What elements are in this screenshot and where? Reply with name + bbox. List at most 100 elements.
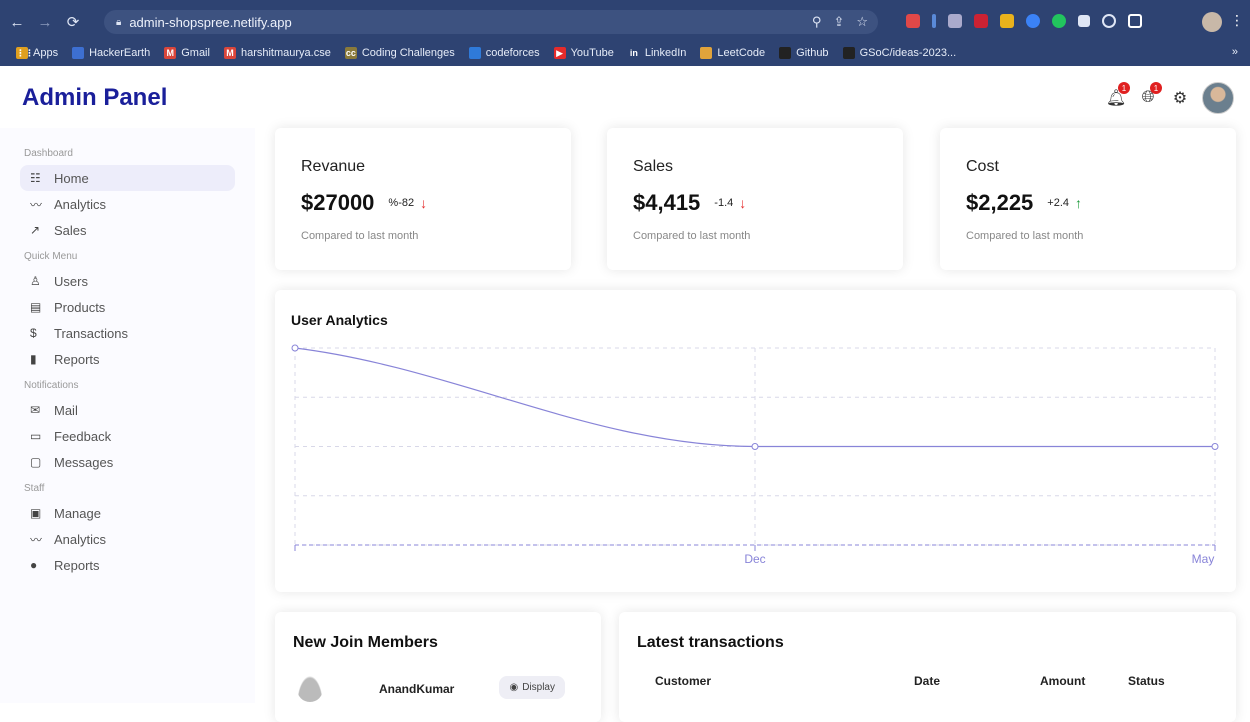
browser-toolbar: ← → ⟳ 🔒︎ admin-shopspree.netlify.app ⚲ ⇪… xyxy=(0,4,1250,40)
sidebar-item-messages[interactable]: ▢ Messages xyxy=(20,449,235,475)
sidebar-section-title: Quick Menu xyxy=(24,251,78,262)
kpi-value-row: $2,225 +2.4 ↑ xyxy=(966,190,1082,216)
kpi-value: $4,415 xyxy=(633,190,701,215)
main-content: Revanue $27000 %-82 ↓ Compared to last month… xyxy=(255,128,1250,722)
star-icon[interactable]: ☆ xyxy=(856,14,868,30)
header-actions: 🔔︎ 1 🌐︎ 1 ⚙ xyxy=(1106,82,1234,114)
puzzle-icon[interactable] xyxy=(1078,15,1090,27)
sidebar-item-label: Reports xyxy=(54,351,100,367)
bookmark-item[interactable]: GSoC/ideas-2023... xyxy=(842,47,956,59)
new-members-title: New Join Members xyxy=(293,634,438,651)
column-header-customer[interactable]: Customer xyxy=(655,674,711,688)
extension-icon[interactable] xyxy=(1000,14,1014,28)
avatar[interactable] xyxy=(1202,82,1234,114)
latest-transactions-card: Latest transactions Customer Date Amount… xyxy=(619,612,1236,722)
extension-icon[interactable] xyxy=(948,14,962,28)
history-icon[interactable] xyxy=(1102,14,1116,28)
bookmark-item[interactable]: in LinkedIn xyxy=(627,47,686,59)
member-name: AnandKumar xyxy=(379,682,455,696)
bookmark-item[interactable]: HackerEarth xyxy=(72,47,150,59)
arrow-up-icon: ↑ xyxy=(1075,195,1083,211)
bookmark-label: Apps xyxy=(33,47,59,59)
bookmark-label: harshitmaurya.cse xyxy=(240,47,331,59)
back-icon[interactable]: ← xyxy=(6,11,28,33)
transactions-title: Latest transactions xyxy=(637,634,784,651)
bookmark-favicon-icon: cc xyxy=(344,47,357,59)
address-bar[interactable]: 🔒︎ admin-shopspree.netlify.app ⚲ ⇪ ☆ xyxy=(104,10,878,34)
kpi-rate: -1.4 xyxy=(714,197,734,209)
sidebar-item-mail[interactable]: ✉ Mail xyxy=(20,397,235,423)
kpi-value-row: $27000 %-82 ↓ xyxy=(301,190,427,216)
sidebar-item-feedback[interactable]: ▭ Feedback xyxy=(20,423,235,449)
column-header-amount[interactable]: Amount xyxy=(1040,674,1085,688)
sidebar-item-label: Analytics xyxy=(54,531,107,547)
extension-icon[interactable] xyxy=(1026,14,1040,28)
sidebar-item-reports[interactable]: ● Reports xyxy=(20,552,235,578)
bookmark-item[interactable]: LeetCode xyxy=(700,47,765,59)
bookmark-favicon-icon: ▶ xyxy=(553,47,566,59)
sidebar-item-users[interactable]: ♙ Users xyxy=(20,268,235,294)
briefcase-icon: ▣ xyxy=(30,506,42,520)
forward-icon[interactable]: → xyxy=(34,11,56,33)
bookmark-label: codeforces xyxy=(485,47,540,59)
display-button[interactable]: ◉ Display xyxy=(499,676,565,699)
zoom-icon[interactable]: ⚲ xyxy=(812,14,822,30)
bookmark-item[interactable]: ▶ YouTube xyxy=(553,47,614,59)
analytics-icon: 〰 xyxy=(30,197,43,212)
share-icon[interactable]: ⇪ xyxy=(833,14,844,30)
sidepanel-icon[interactable] xyxy=(1128,14,1142,28)
sidebar-item-manage[interactable]: ▣ Manage xyxy=(20,500,235,526)
kpi-title: Cost xyxy=(966,158,999,175)
bookmark-label: HackerEarth xyxy=(89,47,151,59)
page-title[interactable]: Admin Panel xyxy=(22,84,167,112)
notification-bell-icon[interactable]: 🔔︎ 1 xyxy=(1106,82,1130,108)
language-badge: 1 xyxy=(1150,82,1162,94)
bookmark-favicon-icon xyxy=(779,47,792,59)
bookmark-item[interactable]: Github xyxy=(779,47,829,59)
bookmark-favicon-icon xyxy=(700,47,713,59)
extension-icon[interactable] xyxy=(1052,14,1066,28)
bookmark-item[interactable]: M Gmail xyxy=(164,47,210,59)
sidebar-item-reports[interactable]: ▮ Reports xyxy=(20,346,235,372)
sidebar: Dashboard ☷ Home 〰 Analytics ↗ Sales Quick Menu… xyxy=(0,128,255,703)
language-globe-icon[interactable]: 🌐︎ 1 xyxy=(1138,82,1162,108)
analytics-icon: 〰 xyxy=(30,532,43,547)
feedback-icon: ▭ xyxy=(30,429,42,443)
sidebar-item-products[interactable]: ▤ Products xyxy=(20,294,235,320)
display-button-label: Display xyxy=(522,682,555,693)
kpi-subtitle: Compared to last month xyxy=(633,230,751,242)
sidebar-item-analytics[interactable]: 〰 Analytics xyxy=(20,191,235,217)
sidebar-item-label: Home xyxy=(54,170,89,186)
kpi-subtitle: Compared to last month xyxy=(301,230,419,242)
bookmark-item[interactable]: codeforces xyxy=(468,47,540,59)
sidebar-item-label: Transactions xyxy=(54,325,128,341)
column-header-date[interactable]: Date xyxy=(914,674,940,688)
sidebar-item-label: Mail xyxy=(54,402,78,418)
settings-gear-icon[interactable]: ⚙ xyxy=(1170,88,1190,108)
profile-avatar[interactable] xyxy=(1202,12,1222,32)
notification-badge: 1 xyxy=(1118,82,1130,94)
bookmark-label: YouTube xyxy=(570,47,614,59)
bookmark-item[interactable]: Mharshitmaurya.cse xyxy=(223,47,331,59)
extension-icon[interactable] xyxy=(974,14,988,28)
app-header: Admin Panel 🔔︎ 1 🌐︎ 1 ⚙ xyxy=(0,66,1250,128)
sidebar-item-home[interactable]: ☷ Home xyxy=(20,165,235,191)
bookmark-item[interactable]: ⋮⋮ Apps xyxy=(16,47,58,59)
sidebar-item-label: Sales xyxy=(54,222,87,238)
sidebar-item-analytics[interactable]: 〰 Analytics xyxy=(20,526,235,552)
menu-kebab-icon[interactable]: ⋮ xyxy=(1230,12,1244,29)
sidebar-item-transactions[interactable]: $ Transactions xyxy=(20,320,235,346)
extension-icon[interactable] xyxy=(906,14,920,28)
sidebar-item-label: Reports xyxy=(54,557,100,573)
bookmarks-more[interactable]: » xyxy=(1232,46,1238,58)
data-point xyxy=(291,344,299,352)
column-header-status[interactable]: Status xyxy=(1128,674,1165,688)
sidebar-item-sales[interactable]: ↗ Sales xyxy=(20,217,235,243)
mail-icon: ✉ xyxy=(30,403,41,417)
kpi-card-sales: Sales $4,415 -1.4 ↓ Compared to last month xyxy=(607,128,903,270)
home-icon: ☷ xyxy=(30,171,41,185)
bookmark-favicon-icon xyxy=(468,47,481,59)
extension-icon[interactable] xyxy=(932,14,936,28)
reload-icon[interactable]: ⟳ xyxy=(62,11,84,33)
bookmark-item[interactable]: cc Coding Challenges xyxy=(344,47,455,59)
